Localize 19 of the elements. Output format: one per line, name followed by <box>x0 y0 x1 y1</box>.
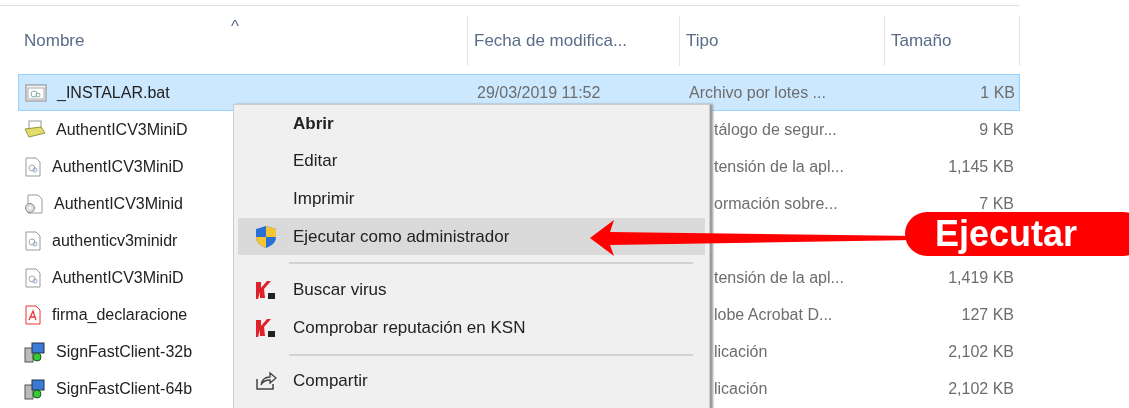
file-size: 2,102 KB <box>947 379 1015 398</box>
file-type: licación <box>713 379 769 398</box>
file-size: 1,419 KB <box>947 268 1015 287</box>
file-size: 1 KB <box>979 83 1016 102</box>
file-type: ormación sobre... <box>713 194 839 213</box>
file-date: 29/03/2019 11:52 <box>476 83 602 102</box>
file-type: Archivo por lotes ... <box>688 83 827 102</box>
file-size: 7 KB <box>978 194 1015 213</box>
callout-label: Ejecutar <box>905 212 1129 256</box>
file-size: 127 KB <box>960 305 1015 324</box>
file-size: 2,102 KB <box>947 342 1015 361</box>
file-type: lobe Acrobat D... <box>713 305 834 324</box>
sort-caret-icon: ^ <box>231 18 239 35</box>
file-size: 1,145 KB <box>947 157 1015 176</box>
file-type: licación <box>713 342 769 361</box>
file-type: tensión de la apl... <box>713 268 845 287</box>
file-type: tálogo de segur... <box>713 120 838 139</box>
file-size: 9 KB <box>978 120 1015 139</box>
file-type: tensión de la apl... <box>713 157 845 176</box>
